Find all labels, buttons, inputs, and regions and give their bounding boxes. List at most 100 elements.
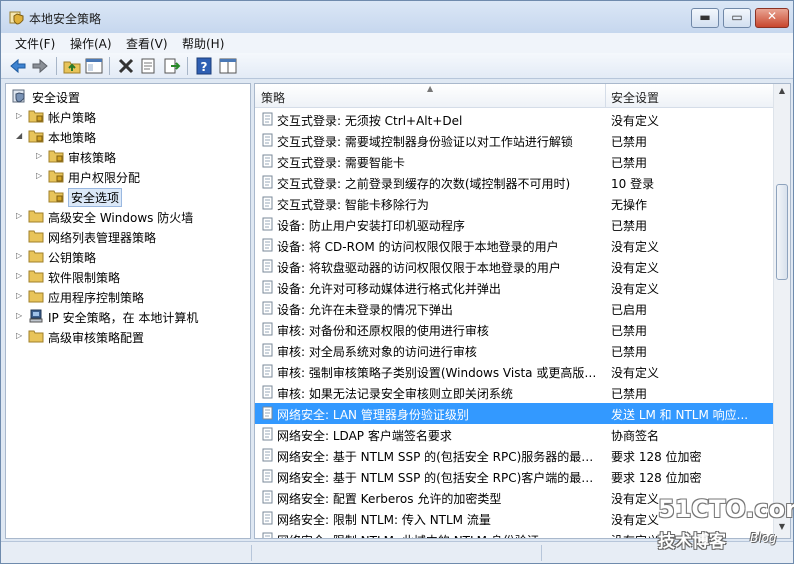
tree-node-account-policies[interactable]: ▷ 帐户策略 (16, 107, 246, 127)
table-row[interactable]: 设备: 允许在未登录的情况下弹出 已启用 (255, 298, 773, 319)
menu-view[interactable]: 查看(V) (126, 35, 168, 52)
policy-setting: 已禁用 (611, 156, 648, 170)
panel-icon[interactable] (219, 57, 237, 75)
minimize-button[interactable]: ▬ (691, 8, 719, 28)
tree-label: 公钥策略 (48, 251, 97, 265)
table-row[interactable]: 设备: 允许对可移动媒体进行格式化并弹出 没有定义 (255, 277, 773, 298)
column-header-policy[interactable]: 策略 (261, 89, 285, 106)
show-tree-icon[interactable] (85, 57, 103, 75)
tree-label: 安全选项 (68, 188, 123, 207)
up-folder-icon[interactable] (63, 57, 81, 75)
table-row[interactable]: 设备: 将软盘驱动器的访问权限仅限于本地登录的用户 没有定义 (255, 256, 773, 277)
expand-arrow-icon[interactable]: ▷ (16, 111, 24, 121)
policy-name: 交互式登录: 之前登录到缓存的次数(域控制器不可用时) (277, 177, 571, 191)
policy-setting: 已禁用 (611, 219, 648, 233)
expand-arrow-icon[interactable]: ▷ (16, 271, 24, 281)
policy-item-icon (262, 280, 273, 294)
policy-item-icon (262, 196, 273, 210)
policy-item-icon (262, 385, 273, 399)
column-header-setting[interactable]: 安全设置 (611, 89, 659, 106)
column-divider[interactable] (605, 84, 606, 108)
policy-item-icon (262, 532, 273, 538)
properties-icon[interactable] (139, 57, 157, 75)
table-row[interactable]: 交互式登录: 智能卡移除行为 无操作 (255, 193, 773, 214)
menu-help[interactable]: 帮助(H) (182, 35, 224, 52)
table-row[interactable]: 网络安全: LDAP 客户端签名要求 协商签名 (255, 424, 773, 445)
policy-item-icon (262, 217, 273, 231)
tree-node-ip-security[interactable]: ▷ IP 安全策略，在 本地计算机 (16, 307, 246, 327)
collapse-arrow-icon[interactable]: ◢ (16, 131, 24, 141)
policy-folder-icon (48, 150, 64, 163)
scroll-up-icon[interactable]: ▲ (776, 86, 788, 100)
policy-setting: 要求 128 位加密 (611, 450, 702, 464)
policy-setting: 已禁用 (611, 135, 648, 149)
tree-node-network-list-manager[interactable]: 网络列表管理器策略 (16, 227, 246, 247)
expand-arrow-icon[interactable]: ▷ (36, 171, 44, 181)
policy-item-icon (262, 511, 273, 525)
policy-name: 设备: 将软盘驱动器的访问权限仅限于本地登录的用户 (277, 261, 561, 275)
toolbar-separator (187, 57, 188, 75)
vertical-scrollbar[interactable]: ▲ ▼ (773, 84, 790, 538)
tree-node-security-settings[interactable]: 安全设置 (10, 87, 240, 107)
tree-node-security-options[interactable]: 安全选项 (36, 187, 246, 207)
expand-arrow-icon[interactable]: ▷ (36, 151, 44, 161)
policy-list: ▲ 策略 安全设置 交互式登录: 无须按 Ctrl+Alt+Del 没有定义 交互式… (254, 83, 791, 539)
table-row[interactable]: 网络安全: 基于 NTLM SSP 的(包括安全 RPC)服务器的最小... 要求… (255, 445, 773, 466)
tree-node-public-key[interactable]: ▷ 公钥策略 (16, 247, 246, 267)
title-bar[interactable]: 本地安全策略 ▬ ▭ ✕ (1, 1, 793, 33)
tree-node-windows-firewall[interactable]: ▷ 高级安全 Windows 防火墙 (16, 207, 246, 227)
table-row[interactable]: 交互式登录: 无须按 Ctrl+Alt+Del 没有定义 (255, 109, 773, 130)
table-row[interactable]: 审核: 对备份和还原权限的使用进行审核 已禁用 (255, 319, 773, 340)
table-row[interactable]: 网络安全: LAN 管理器身份验证级别 发送 LM 和 NTLM 响应... (255, 403, 773, 424)
forward-icon[interactable] (31, 57, 49, 75)
table-row[interactable]: 交互式登录: 需要智能卡 已禁用 (255, 151, 773, 172)
delete-icon[interactable] (117, 57, 135, 75)
table-row[interactable]: 交互式登录: 之前登录到缓存的次数(域控制器不可用时) 10 登录 (255, 172, 773, 193)
policy-name: 设备: 将 CD-ROM 的访问权限仅限于本地登录的用户 (277, 240, 559, 254)
folder-icon (28, 290, 44, 303)
policy-name: 审核: 对全局系统对象的访问进行审核 (277, 345, 477, 359)
tree-node-audit-policy[interactable]: ▷ 审核策略 (36, 147, 246, 167)
policy-name: 交互式登录: 无须按 Ctrl+Alt+Del (277, 114, 463, 128)
table-row[interactable]: 审核: 对全局系统对象的访问进行审核 已禁用 (255, 340, 773, 361)
policy-folder-icon (28, 130, 44, 143)
maximize-button[interactable]: ▭ (723, 8, 751, 28)
expand-arrow-icon[interactable]: ▷ (16, 211, 24, 221)
policy-name: 网络安全: 基于 NTLM SSP 的(包括安全 RPC)服务器的最小... (277, 450, 603, 464)
table-row[interactable]: 设备: 将 CD-ROM 的访问权限仅限于本地登录的用户 没有定义 (255, 235, 773, 256)
policy-item-icon (262, 406, 273, 420)
table-row[interactable]: 交互式登录: 需要域控制器身份验证以对工作站进行解锁 已禁用 (255, 130, 773, 151)
back-icon[interactable] (9, 57, 27, 75)
policy-item-icon (262, 427, 273, 441)
table-row[interactable]: 设备: 防止用户安装打印机驱动程序 已禁用 (255, 214, 773, 235)
tree-node-software-restriction[interactable]: ▷ 软件限制策略 (16, 267, 246, 287)
folder-icon (28, 230, 44, 243)
close-button[interactable]: ✕ (755, 8, 789, 28)
menu-file[interactable]: 文件(F) (15, 35, 55, 52)
table-row[interactable]: 网络安全: 基于 NTLM SSP 的(包括安全 RPC)客户端的最小... 要求… (255, 466, 773, 487)
expand-arrow-icon[interactable]: ▷ (16, 291, 24, 301)
tree-node-user-rights[interactable]: ▷ 用户权限分配 (36, 167, 246, 187)
expand-arrow-icon[interactable]: ▷ (16, 251, 24, 261)
menu-bar: 文件(F) 操作(A) 查看(V) 帮助(H) (1, 33, 793, 53)
policy-item-icon (262, 175, 273, 189)
watermark-blog: Blog (750, 531, 777, 545)
export-icon[interactable] (163, 57, 181, 75)
tree-label: 高级审核策略配置 (48, 331, 145, 345)
tree-node-local-policies[interactable]: ◢ 本地策略 (16, 127, 246, 147)
tree-node-app-control[interactable]: ▷ 应用程序控制策略 (16, 287, 246, 307)
menu-action[interactable]: 操作(A) (70, 35, 112, 52)
table-row[interactable]: 审核: 强制审核策略子类别设置(Windows Vista 或更高版本... 没有… (255, 361, 773, 382)
expand-arrow-icon[interactable]: ▷ (16, 331, 24, 341)
tree-node-advanced-audit[interactable]: ▷ 高级审核策略配置 (16, 327, 246, 347)
policy-name: 审核: 如果无法记录安全审核则立即关闭系统 (277, 387, 513, 401)
help-icon[interactable]: ? (195, 57, 213, 75)
policy-setting: 10 登录 (611, 177, 655, 191)
table-row[interactable]: 审核: 如果无法记录安全审核则立即关闭系统 已禁用 (255, 382, 773, 403)
policy-setting: 没有定义 (611, 261, 660, 275)
scroll-thumb[interactable] (776, 184, 788, 280)
maximize-icon: ▭ (731, 10, 743, 24)
policy-name: 网络安全: LDAP 客户端签名要求 (277, 429, 452, 443)
policy-item-icon (262, 238, 273, 252)
expand-arrow-icon[interactable]: ▷ (16, 311, 24, 321)
